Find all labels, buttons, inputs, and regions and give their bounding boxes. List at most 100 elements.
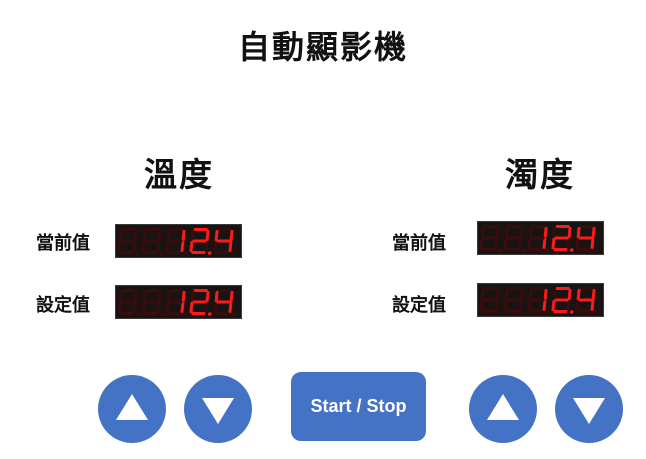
segment-a	[531, 287, 546, 290]
segment-d	[577, 310, 592, 313]
segment-e	[551, 238, 556, 249]
digit-cell	[575, 225, 598, 252]
segment-c	[156, 241, 161, 252]
segment-g	[144, 300, 159, 304]
segment-c	[204, 241, 209, 252]
segment-c	[204, 302, 209, 313]
segment-a	[121, 289, 136, 292]
segment-g	[192, 239, 207, 243]
seven-segment-digits	[117, 228, 236, 255]
segment-b	[591, 227, 596, 238]
segment-b	[205, 291, 210, 302]
segment-f	[552, 289, 557, 300]
segment-a	[169, 228, 184, 231]
segment-a	[579, 225, 594, 228]
segment-b	[519, 289, 524, 300]
segment-f	[190, 230, 195, 241]
segment-e	[575, 238, 580, 249]
segment-a	[555, 225, 570, 228]
segment-a	[217, 289, 232, 292]
segment-d	[191, 251, 206, 254]
decimal-point	[569, 310, 574, 314]
segment-c	[156, 302, 161, 313]
decimal-point	[497, 310, 502, 314]
segment-e	[141, 241, 146, 252]
decimal-point	[569, 248, 574, 252]
start-stop-button[interactable]: Start / Stop	[291, 372, 426, 441]
segment-d	[481, 310, 496, 313]
segment-g	[192, 300, 207, 304]
segment-c	[132, 302, 137, 313]
digit-cell	[189, 228, 212, 255]
triangle-up-icon	[487, 394, 519, 420]
segment-c	[228, 302, 233, 313]
segment-a	[507, 287, 522, 290]
turbidity-current-display	[477, 221, 604, 255]
digit-cell	[141, 228, 164, 255]
turbidity-up-button[interactable]	[469, 375, 537, 443]
decimal-point	[593, 248, 598, 252]
segment-d	[143, 251, 158, 254]
segment-c	[518, 238, 523, 249]
digit-cell	[503, 287, 526, 314]
digit-cell	[527, 287, 550, 314]
segment-c	[180, 241, 185, 252]
segment-b	[495, 227, 500, 238]
segment-d	[215, 251, 230, 254]
digit-cell	[117, 289, 140, 316]
temperature-down-button[interactable]	[184, 375, 252, 443]
seven-segment-digits	[117, 289, 236, 316]
digit-cell	[213, 228, 236, 255]
segment-a	[531, 225, 546, 228]
turbidity-setpoint-display	[477, 283, 604, 317]
turbidity-title: 濁度	[505, 155, 575, 194]
segment-c	[228, 241, 233, 252]
segment-g	[506, 298, 521, 302]
segment-f	[118, 230, 123, 241]
segment-b	[229, 230, 234, 241]
segment-e	[479, 300, 484, 311]
segment-a	[217, 228, 232, 231]
segment-e	[503, 300, 508, 311]
decimal-point	[521, 310, 526, 314]
segment-f	[166, 291, 171, 302]
temperature-current-label: 當前值	[36, 233, 90, 254]
digit-cell	[165, 228, 188, 255]
segment-f	[576, 289, 581, 300]
segment-a	[483, 287, 498, 290]
segment-f	[480, 289, 485, 300]
segment-e	[189, 241, 194, 252]
segment-b	[567, 227, 572, 238]
segment-g	[144, 239, 159, 243]
segment-g	[120, 300, 135, 304]
temperature-up-button[interactable]	[98, 375, 166, 443]
segment-g	[506, 236, 521, 240]
decimal-point	[159, 312, 164, 316]
segment-f	[214, 291, 219, 302]
digit-cell	[189, 289, 212, 316]
segment-a	[193, 289, 208, 292]
segment-d	[167, 312, 182, 315]
temperature-setpoint-display	[115, 285, 242, 319]
turbidity-down-button[interactable]	[555, 375, 623, 443]
segment-c	[590, 238, 595, 249]
segment-d	[505, 310, 520, 313]
segment-e	[503, 238, 508, 249]
decimal-point	[207, 251, 212, 255]
digit-cell	[503, 225, 526, 252]
segment-b	[181, 291, 186, 302]
decimal-point	[135, 312, 140, 316]
digit-cell	[527, 225, 550, 252]
segment-e	[551, 300, 556, 311]
segment-e	[165, 302, 170, 313]
segment-g	[530, 236, 545, 240]
segment-c	[590, 300, 595, 311]
segment-c	[180, 302, 185, 313]
digit-cell	[165, 289, 188, 316]
segment-d	[481, 248, 496, 251]
app-title: 自動顯影機	[237, 28, 408, 66]
segment-a	[555, 287, 570, 290]
segment-g	[578, 236, 593, 240]
decimal-point	[183, 251, 188, 255]
segment-d	[215, 312, 230, 315]
